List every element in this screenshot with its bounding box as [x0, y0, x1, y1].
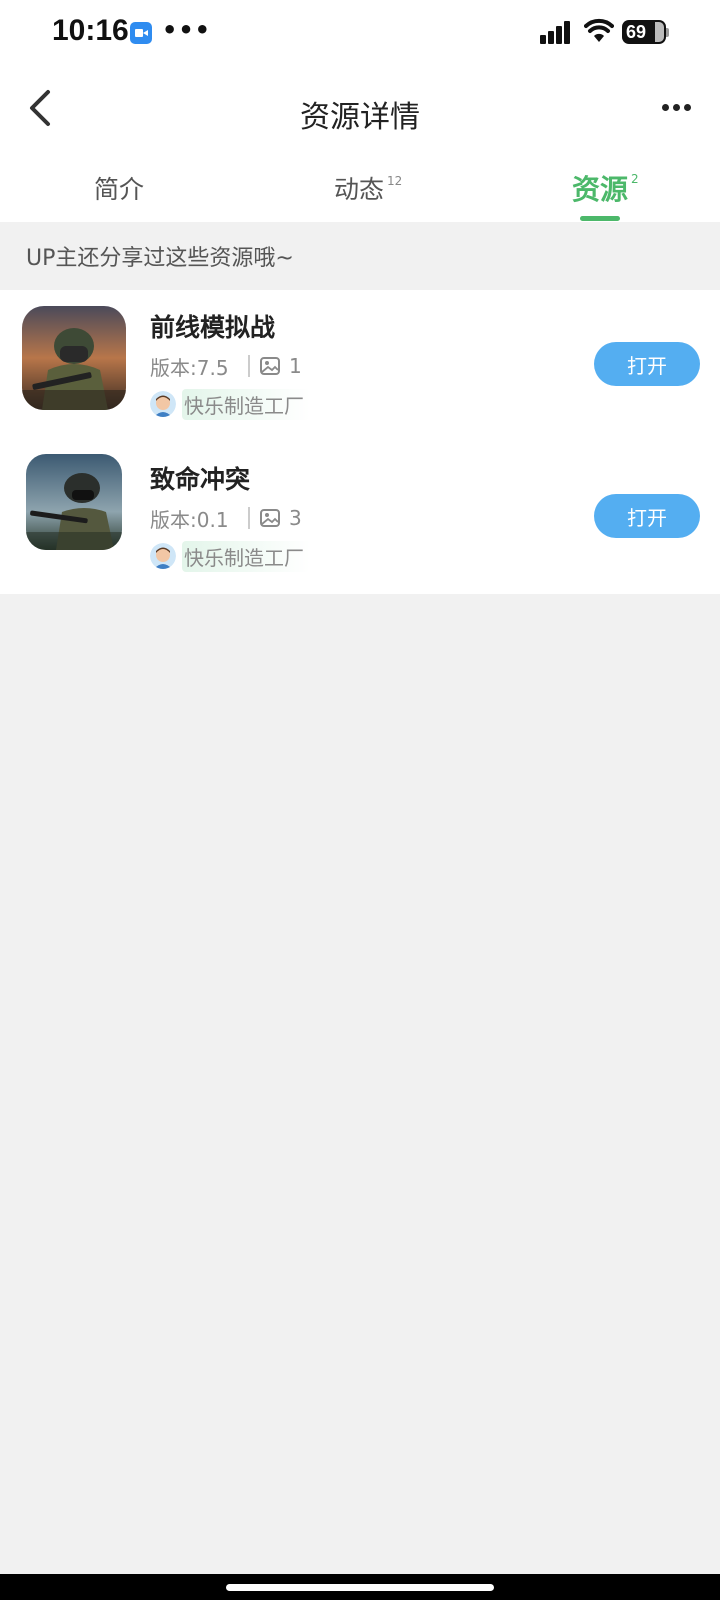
resource-meta: 版本:0.1 3	[150, 504, 302, 532]
open-button[interactable]: 打开	[594, 494, 700, 538]
tab-activity-label: 动态	[334, 175, 385, 204]
resource-image-count: 3	[289, 506, 302, 530]
app-icon[interactable]	[22, 306, 126, 410]
tab-activity-count: 12	[387, 174, 403, 188]
author-row[interactable]: 快乐制造工厂	[150, 388, 310, 420]
status-bar: 10:16 ••• 69	[0, 0, 720, 66]
resource-image-count: 1	[289, 354, 302, 378]
section-header-text: UP主还分享过这些资源哦~	[26, 246, 294, 271]
open-button[interactable]: 打开	[594, 342, 700, 386]
resource-name: 前线模拟战	[150, 313, 276, 342]
tab-intro-label: 简介	[94, 175, 145, 204]
resource-version: 版本:7.5	[150, 355, 229, 380]
signal-icon	[540, 20, 572, 44]
resource-item[interactable]: 前线模拟战 版本:7.5 1 快乐制造工厂 打开	[0, 290, 720, 442]
meta-divider	[248, 507, 250, 529]
image-icon	[260, 357, 280, 375]
author-name: 快乐制造工厂	[182, 540, 310, 572]
author-name: 快乐制造工厂	[182, 388, 310, 420]
resource-list: 前线模拟战 版本:7.5 1 快乐制造工厂 打开 致命冲突 版本:0.1 3 快…	[0, 290, 720, 594]
app-icon[interactable]	[26, 454, 122, 550]
page-title: 资源详情	[300, 100, 420, 135]
battery-level: 69	[626, 21, 647, 42]
resource-item[interactable]: 致命冲突 版本:0.1 3 快乐制造工厂 打开	[0, 442, 720, 594]
tab-resources-label: 资源	[572, 173, 629, 206]
status-more-dots: •••	[162, 16, 212, 44]
resource-meta: 版本:7.5 1	[150, 352, 302, 380]
status-time: 10:16	[52, 14, 129, 47]
tab-bar: 简介 动态 12 资源 2	[0, 156, 720, 222]
tab-intro[interactable]: 简介	[94, 170, 144, 218]
meta-divider	[248, 355, 250, 377]
author-row[interactable]: 快乐制造工厂	[150, 540, 310, 572]
more-horizontal-icon[interactable]	[662, 104, 692, 114]
home-indicator[interactable]	[226, 1584, 494, 1591]
battery-nub	[666, 28, 669, 37]
image-icon	[260, 509, 280, 527]
nav-header: 资源详情	[0, 66, 720, 156]
wifi-icon	[584, 18, 614, 42]
battery-icon: 69	[622, 20, 666, 44]
avatar	[150, 543, 176, 569]
page: 10:16 ••• 69 资源详情 简介 动态 12 资源 2 UP主还分享过这…	[0, 0, 720, 1600]
resource-name: 致命冲突	[150, 465, 251, 494]
resource-version: 版本:0.1	[150, 507, 229, 532]
tab-resources[interactable]: 资源 2	[572, 168, 639, 216]
section-header: UP主还分享过这些资源哦~	[0, 222, 720, 290]
tab-resources-count: 2	[631, 172, 639, 186]
video-call-icon	[130, 22, 152, 44]
tab-activity[interactable]: 动态 12	[334, 170, 402, 218]
avatar	[150, 391, 176, 417]
tab-active-indicator	[580, 216, 620, 221]
